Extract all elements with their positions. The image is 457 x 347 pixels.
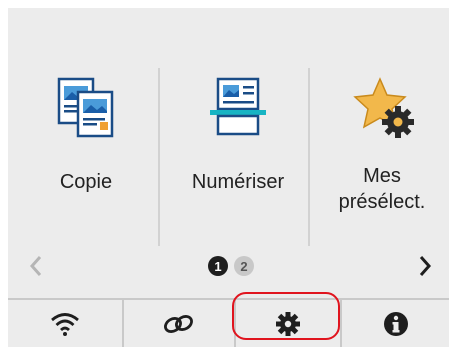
page-dot-next[interactable]: 2 — [234, 256, 254, 276]
tile-divider — [308, 68, 310, 246]
page-dot-current: 1 — [208, 256, 228, 276]
printer-home-screen: Copie Numériser Mes présélect. 1 2 — [8, 8, 452, 347]
chevron-left-icon — [29, 256, 42, 276]
chevron-right-icon — [419, 256, 432, 276]
connection-button[interactable] — [124, 300, 234, 347]
copy-icon — [57, 77, 114, 138]
my-presets-label-line1: Mes — [363, 165, 401, 187]
page-indicator: 1 2 — [208, 256, 254, 276]
scan-label: Numériser — [191, 171, 285, 193]
previous-page-arrow[interactable] — [24, 254, 48, 278]
scan-icon — [210, 77, 266, 136]
copy-tile[interactable]: Copie — [16, 66, 156, 236]
info-button[interactable] — [342, 300, 449, 347]
wifi-icon — [51, 312, 79, 336]
wifi-button[interactable] — [8, 300, 122, 347]
scan-tile[interactable]: Numériser — [168, 66, 308, 236]
my-presets-label-line2: présélect. — [338, 191, 426, 213]
next-page-arrow[interactable] — [413, 254, 437, 278]
my-presets-tile[interactable]: Mes présélect. — [312, 66, 452, 236]
info-icon — [383, 311, 408, 336]
settings-highlight-outline — [232, 292, 340, 340]
tile-divider — [158, 68, 160, 246]
bottom-toolbar — [8, 298, 449, 347]
copy-label: Copie — [59, 171, 113, 193]
link-icon — [164, 314, 193, 333]
my-presets-star-gear-icon — [353, 77, 414, 138]
